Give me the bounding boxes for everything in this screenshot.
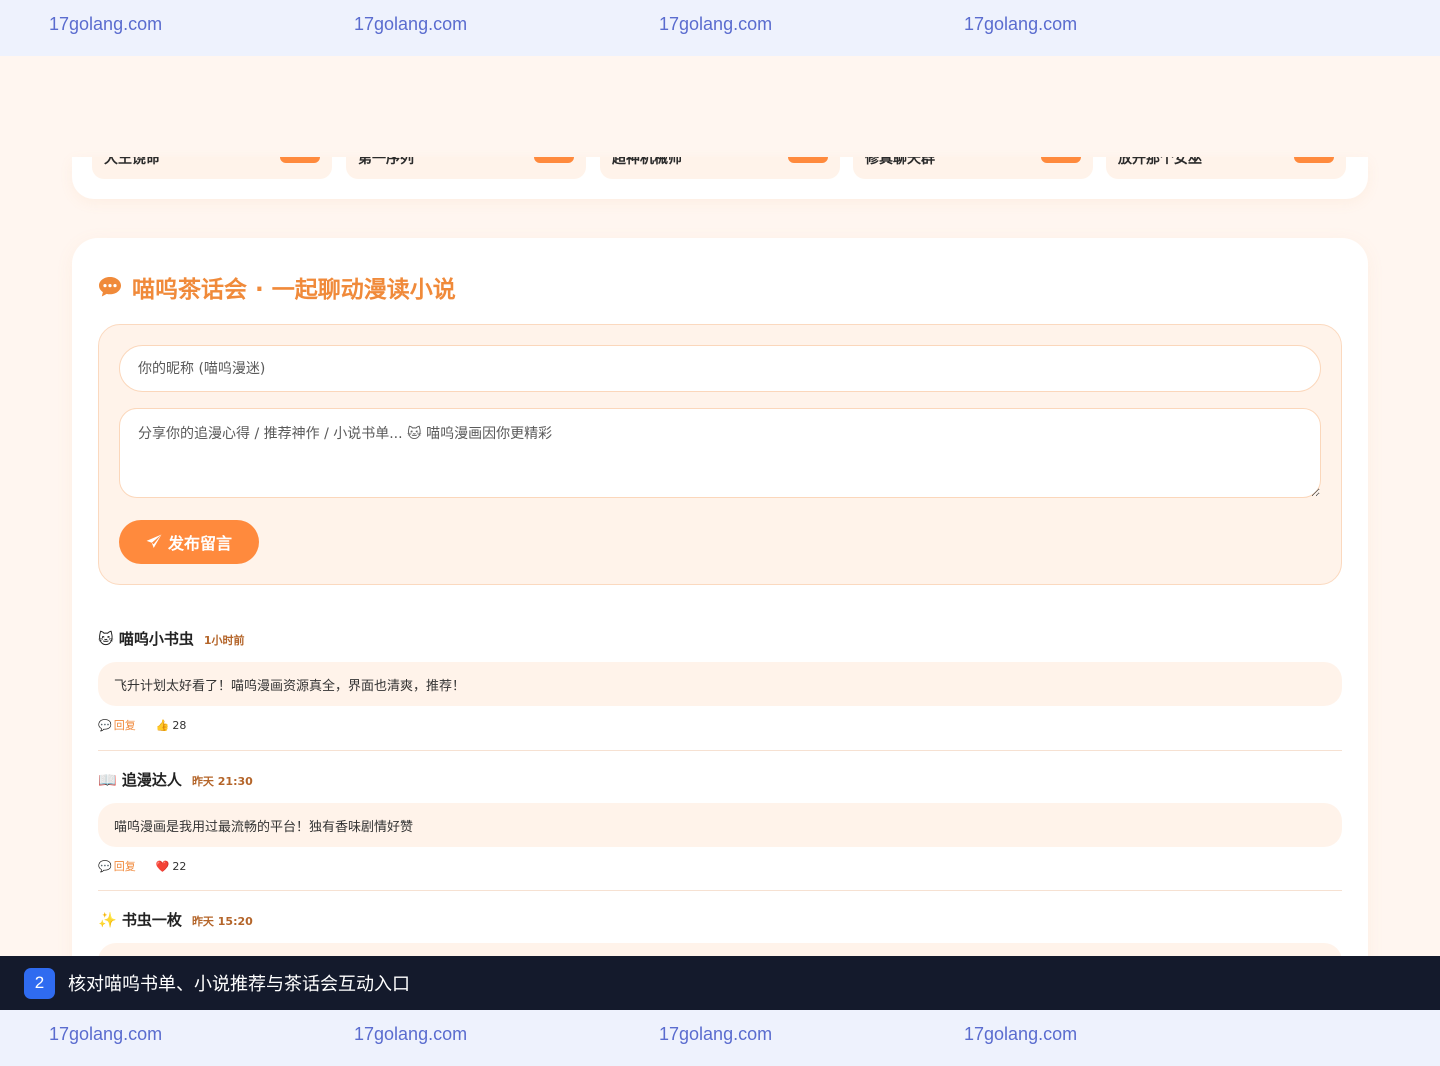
- comment-body: 飞升计划太好看了！喵呜漫画资源真全，界面也清爽，推荐！: [98, 662, 1342, 706]
- step-badge: 2: [24, 967, 55, 999]
- watermark-text: 17golang.com: [964, 14, 1078, 34]
- watermark-text: 17golang.com: [354, 1024, 468, 1044]
- divider: [98, 890, 1342, 891]
- comment-time: 昨天 21:30: [191, 775, 253, 788]
- caption-bar: 2 核对喵呜书单、小说推荐与茶话会互动入口: [0, 956, 1440, 1010]
- comment-item: 📖 追漫达人 昨天 21:30 喵呜漫画是我用过最流畅的平台！独有香味剧情好赞 …: [98, 769, 1342, 874]
- ranking-badge: [280, 157, 320, 163]
- ranking-item[interactable]: 放开那个女巫: [1106, 157, 1346, 179]
- watermark-text: 17golang.com: [964, 1024, 1078, 1044]
- ranking-card: 大王饶命 第一序列 超神机械师 修真聊天群 放开那个女巫: [72, 157, 1368, 199]
- ranking-item-name: 修真聊天群: [865, 157, 935, 167]
- ranking-item[interactable]: 第一序列: [346, 157, 586, 179]
- watermark-text: 17golang.com: [659, 1024, 773, 1044]
- reply-button[interactable]: 💬 回复: [98, 717, 136, 733]
- watermark-text: 17golang.com: [354, 14, 468, 34]
- like-count: 22: [172, 859, 187, 873]
- ranking-item-name: 放开那个女巫: [1118, 157, 1202, 167]
- ranking-badge: [788, 157, 828, 163]
- submit-comment-button[interactable]: 发布留言: [119, 520, 259, 564]
- like-button[interactable]: ❤️ 22: [156, 860, 187, 873]
- avatar: 📖: [98, 771, 117, 789]
- ranking-item[interactable]: 超神机械师: [600, 157, 840, 179]
- ranking-badge: [1041, 157, 1081, 163]
- heart-icon: ❤️: [155, 859, 170, 873]
- ranking-badge: [1294, 157, 1334, 163]
- comment-body: 喵呜漫画是我用过最流畅的平台！独有香味剧情好赞: [98, 803, 1342, 847]
- ranking-item-name: 第一序列: [358, 157, 414, 167]
- reply-button[interactable]: 💬 回复: [98, 858, 136, 874]
- comment-item: 🐱 喵呜小书虫 1小时前 飞升计划太好看了！喵呜漫画资源真全，界面也清爽，推荐！…: [98, 628, 1342, 733]
- submit-label: 发布留言: [167, 534, 232, 553]
- watermark-text: 17golang.com: [659, 14, 773, 34]
- avatar: ✨: [98, 911, 117, 929]
- comment-author: 📖 追漫达人: [98, 771, 182, 789]
- message-textarea[interactable]: [119, 408, 1321, 498]
- caption-text: 核对喵呜书单、小说推荐与茶话会互动入口: [68, 974, 410, 995]
- watermark-text: 17golang.com: [49, 1024, 163, 1044]
- guestbook-title: 喵呜茶话会 · 一起聊动漫读小说: [98, 270, 456, 304]
- guestbook-card: 喵呜茶话会 · 一起聊动漫读小说 发布留言 🐱 喵呜小书虫 1小时前 飞升计划太…: [72, 238, 1368, 998]
- speech-bubble-icon: 💬: [98, 718, 112, 732]
- watermark-text: 17golang.com: [49, 14, 163, 34]
- ranking-item[interactable]: 大王饶命: [92, 157, 332, 179]
- comment-author: ✨ 书虫一枚: [98, 911, 182, 929]
- nickname-input[interactable]: [119, 345, 1321, 392]
- comment-form: 发布留言: [98, 324, 1342, 585]
- comment-time: 1小时前: [203, 634, 245, 647]
- divider: [98, 750, 1342, 751]
- ranking-badge: [534, 157, 574, 163]
- comment-author: 🐱 喵呜小书虫: [98, 630, 194, 648]
- chat-bubble-icon: [99, 277, 121, 297]
- watermark-bar-top: 17golang.com 17golang.com 17golang.com 1…: [0, 0, 1440, 56]
- ranking-item[interactable]: 修真聊天群: [853, 157, 1093, 179]
- comment-time: 昨天 15:20: [191, 915, 253, 928]
- watermark-bar-bottom: 17golang.com 17golang.com 17golang.com 1…: [0, 1010, 1440, 1066]
- like-button[interactable]: 👍 28: [156, 719, 187, 732]
- speech-bubble-icon: 💬: [98, 859, 112, 873]
- paper-plane-icon: [146, 534, 162, 548]
- like-count: 28: [172, 718, 187, 732]
- ranking-item-name: 大王饶命: [104, 157, 160, 167]
- thumbs-up-icon: 👍: [155, 718, 170, 732]
- guestbook-title-text: 喵呜茶话会 · 一起聊动漫读小说: [132, 277, 456, 303]
- avatar: 🐱: [98, 630, 114, 648]
- ranking-item-name: 超神机械师: [612, 157, 682, 167]
